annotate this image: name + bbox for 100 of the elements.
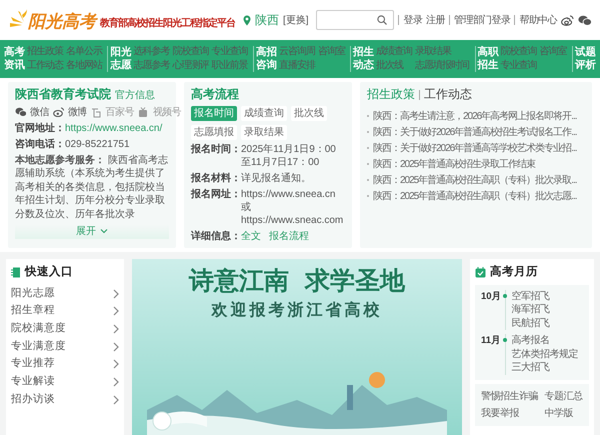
calendar-event[interactable]: 海军招飞 (512, 303, 550, 317)
calendar-icon (475, 266, 486, 278)
calendar-event[interactable]: 空军招飞 (512, 290, 550, 304)
nav-link[interactable]: 云咨询周 (278, 46, 315, 58)
field-value: 详见报名通知。 (241, 172, 311, 185)
news-link[interactable]: 陕西：2025年普通高校招生高职（专科）批次录取... (373, 174, 577, 187)
nav-link[interactable]: 院校查询 (172, 46, 208, 58)
chevron-right-icon (112, 394, 119, 404)
panel-title: 高考月历 (490, 264, 538, 280)
social-link[interactable]: 视频号 (138, 106, 182, 119)
change-location-link[interactable]: [更换] (283, 12, 309, 28)
timeline-dot-icon (503, 294, 507, 298)
nav-link[interactable]: 志愿参考 (133, 60, 170, 72)
header-link[interactable]: 注册 (426, 12, 445, 28)
header-link[interactable]: 帮助中心 (519, 12, 557, 28)
quick-entry-link[interactable]: 专业满意度 (11, 338, 119, 356)
search-field[interactable] (316, 10, 394, 30)
weibo-icon[interactable] (561, 14, 574, 26)
news-link[interactable]: 陕西：高考生请注意，2026年高考网上报名即将开... (373, 110, 577, 123)
chevron-right-icon (112, 376, 119, 387)
nav-link[interactable]: 录取结果 (415, 46, 470, 58)
location-pin-icon (243, 14, 251, 26)
website-link[interactable]: https://www.sneea.cn/ (65, 122, 162, 135)
chevron-right-icon (112, 306, 119, 316)
expand-button[interactable]: 展开 (15, 224, 169, 240)
news-link[interactable]: 陕西：2025年普通高校招生高职（专科）批次志愿... (373, 190, 577, 203)
nav-link[interactable]: 招生政策 (27, 46, 63, 58)
news-tab[interactable]: 工作动态 (424, 87, 472, 103)
nav-link[interactable]: 职业前景 (211, 60, 248, 72)
weibo-icon (52, 106, 64, 118)
field-value: 2025年11月1日9：00至11月7日17：00 (241, 142, 337, 169)
nav-category[interactable]: 高招咨询 (256, 46, 277, 72)
detail-link[interactable]: 报名流程 (269, 230, 309, 243)
process-tab[interactable]: 批次线 (291, 106, 327, 121)
official-tag: 官方信息 (115, 89, 155, 102)
nav-link[interactable]: 专业查询 (211, 46, 248, 58)
calendar-link[interactable]: 警惕招生诈骗 (481, 388, 538, 404)
social-link[interactable]: 百家号 (90, 106, 134, 119)
month-label: 11月 (481, 334, 502, 348)
field-value: https://www.sneac.com (241, 214, 344, 227)
quick-entry-link[interactable]: 院校满意度 (11, 320, 119, 338)
nav-link[interactable]: 批次线 (376, 60, 412, 72)
nav-category[interactable]: 试题评析 (574, 46, 596, 72)
logo-subtitle: 教育部高校招生阳光工程指定平台 (100, 16, 235, 31)
search-icon[interactable] (377, 15, 388, 25)
banner-headline: 求学圣地 (305, 266, 405, 294)
nav-category[interactable]: 高职招生 (478, 46, 499, 72)
logo-title[interactable]: 阳光高考 (28, 14, 96, 31)
nav-link[interactable]: 直播安排 (278, 60, 315, 72)
calendar-event[interactable]: 民航招飞 (512, 316, 550, 330)
calendar-link[interactable]: 我要举报 (481, 406, 538, 421)
nav-link[interactable]: 名单公示 (66, 46, 102, 58)
timeline-dot-icon (503, 338, 507, 342)
field-label: 报名网址： (191, 188, 241, 202)
nav-category[interactable]: 高考资讯 (4, 46, 25, 72)
news-link[interactable]: 陕西：关于做好2026年普通高校招生考试报名工作... (373, 126, 577, 139)
quick-entry-link[interactable]: 招办访谈 (11, 390, 119, 408)
header-link[interactable]: 管理部门登录 (454, 12, 510, 28)
chevron-down-icon (100, 229, 108, 234)
news-link[interactable]: 陕西：关于做好2026年普通高等学校艺术类专业招... (373, 142, 577, 155)
field-value: 029-85221751 (65, 138, 130, 151)
calendar-link[interactable]: 专题汇总 (544, 388, 583, 404)
calendar-event[interactable]: 艺体类招考规定 (512, 348, 578, 362)
card-title[interactable]: 陕西省教育考试院 (15, 87, 111, 103)
social-link[interactable]: 微信 (15, 106, 49, 119)
nav-link[interactable]: 院校查询 (500, 46, 537, 58)
field-label: 详细信息： (191, 230, 241, 243)
process-tab[interactable]: 录取结果 (241, 124, 287, 140)
field-label: 官网地址： (15, 122, 65, 135)
nav-category[interactable]: 阳光志愿 (110, 46, 132, 72)
calendar-event[interactable]: 三大招飞 (512, 361, 578, 375)
panel-title: 快速入口 (25, 264, 73, 280)
quick-entry-link[interactable]: 专业解读 (11, 373, 119, 391)
quick-entry-link[interactable]: 阳光志愿 (11, 284, 119, 302)
process-tab[interactable]: 成绩查询 (241, 106, 287, 121)
news-link[interactable]: 陕西：2025年普通高校招生录取工作结束 (373, 158, 536, 171)
chevron-right-icon (112, 359, 119, 370)
nav-link[interactable]: 咨询室 (318, 46, 345, 58)
news-tab[interactable]: 招生政策 (367, 87, 415, 103)
nav-link[interactable]: 志愿填报时间 (415, 60, 470, 72)
nav-link[interactable]: 选科参考 (133, 46, 170, 58)
process-tab[interactable]: 报名时间 (191, 106, 237, 121)
nav-link[interactable]: 心理测评 (172, 60, 208, 72)
header-link[interactable]: 登录 (403, 12, 422, 28)
social-link[interactable]: 微博 (52, 106, 87, 119)
nav-category[interactable]: 招生动态 (353, 46, 374, 72)
nav-link[interactable]: 咨询室 (540, 46, 567, 58)
process-tab[interactable]: 志愿填报 (191, 124, 237, 140)
tv-icon (138, 106, 149, 118)
quick-entry-link[interactable]: 招生章程 (11, 302, 119, 320)
nav-link[interactable]: 成绩查询 (376, 46, 412, 58)
detail-link[interactable]: 全文 (241, 230, 261, 243)
calendar-link[interactable]: 中学版 (544, 406, 583, 421)
chevron-right-icon (112, 288, 119, 299)
wechat-icon[interactable] (578, 14, 592, 26)
nav-link[interactable]: 专业查询 (500, 60, 537, 72)
calendar-event[interactable]: 高考报名 (512, 334, 578, 348)
nav-link[interactable]: 工作动态 (27, 60, 63, 72)
quick-entry-link[interactable]: 专业推荐 (11, 355, 119, 374)
nav-link[interactable]: 各地网站 (66, 60, 102, 72)
